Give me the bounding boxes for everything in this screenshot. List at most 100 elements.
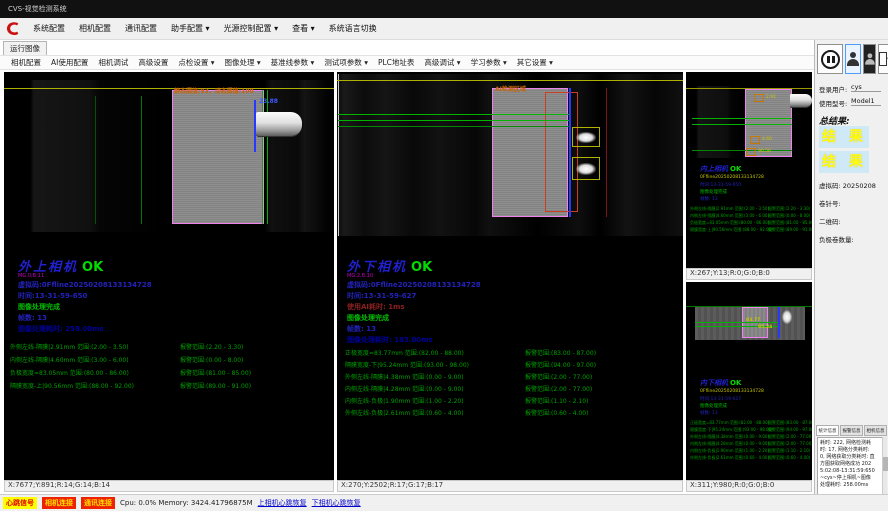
operator-mode-button[interactable] xyxy=(863,44,876,74)
pixel-coordinates-outer-lower: X:270;Y:2502;R:17;G:17;B:17 xyxy=(337,480,683,492)
window-title: CVS-视觉检测系统 xyxy=(8,5,67,13)
tool-advanced-debug[interactable]: 高级调试 ▾ xyxy=(419,56,465,70)
overlay-orange-box xyxy=(746,148,756,156)
side-panel: → 登录用户: cys 使用型号: Model1 总结果: 结 果 结 果 虚拟… xyxy=(814,40,888,510)
exit-door-icon: → xyxy=(879,52,888,66)
measurement-alarm: 报警范围:(2.00 - 77.00) xyxy=(525,372,592,381)
window-titlebar: CVS-视觉检测系统 xyxy=(0,0,888,18)
measure-callout: 83.77 xyxy=(746,318,760,323)
virtual-code: 0Ffline20250208133134728 xyxy=(700,175,764,180)
overlay-green-line xyxy=(141,96,142,224)
tool-camera-config[interactable]: 相机配置 xyxy=(6,56,46,70)
tool-image-processing[interactable]: 图像处理 ▾ xyxy=(220,56,266,70)
tool-test-params[interactable]: 测试项参数 ▾ xyxy=(319,56,373,70)
qr-code-label: 二维码: xyxy=(819,216,841,226)
measurement-alarm: 报警范围:(83.00 - 87.00) xyxy=(768,420,812,426)
measurement-alarm: 报警范围:(2.00 - 77.00) xyxy=(768,441,812,447)
overlay-green-line xyxy=(695,322,778,323)
heartbeat-status-badge: 心跳信号 xyxy=(3,497,37,509)
upper-camera-heartbeat-link[interactable]: 上相机心跳恢复 xyxy=(258,498,307,508)
frame-count: 帧数: 13 xyxy=(700,410,718,416)
menu-item-language-switch[interactable]: 系统语言切换 xyxy=(322,18,384,39)
model-label: 使用型号: xyxy=(819,98,847,108)
tool-spot-check[interactable]: 点检设置 ▾ xyxy=(173,56,219,70)
measurement-row: 内侧左线-隔膜|4.28mm 范围:(0.00 - 9.00) xyxy=(345,384,464,393)
tool-baseline-params[interactable]: 基准线参数 ▾ xyxy=(266,56,320,70)
log-tab-stats[interactable]: 统计信息 xyxy=(816,425,839,436)
camera-image-outer-upper: 静态阈值:93，动态阈值:100 23.88 xyxy=(4,80,334,232)
camera-view-outer-upper[interactable]: 静态阈值:93，动态阈值:100 23.88 外上相机OK MG:0,B:11 … xyxy=(4,72,334,480)
buffer-info: MG:2,B:10 xyxy=(347,273,373,279)
measurement-row: 外侧左线-负极|2.61mm 范围:(0.60 - 4.00) xyxy=(690,455,769,461)
capture-time: 时间:13-31-59-627 xyxy=(347,291,416,301)
flare xyxy=(782,310,792,324)
status-ok: OK xyxy=(411,260,432,275)
overlay-orange-box xyxy=(754,94,764,102)
measurement-alarm: 报警范围:(2.00 - 77.00) xyxy=(525,384,592,393)
tool-advanced-settings[interactable]: 高级设置 xyxy=(133,56,173,70)
status-ok: OK xyxy=(82,260,103,275)
pixel-coordinates-outer-upper: X:7677;Y:891;R:14;G:14;B:14 xyxy=(4,480,334,492)
lower-camera-heartbeat-link[interactable]: 下相机心跳恢复 xyxy=(312,498,361,508)
app-logo-icon xyxy=(4,20,21,37)
log-scrollbar-thumb[interactable] xyxy=(883,457,888,471)
tool-learning-params[interactable]: 学习参数 ▾ xyxy=(466,56,512,70)
overlay-blue-line xyxy=(569,88,571,217)
measurement-alarm: 报警范围:(94.00 - 97.00) xyxy=(768,427,812,433)
menu-item-comm-config[interactable]: 通讯配置 xyxy=(118,18,164,39)
camera-view-outer-lower[interactable]: AI检测区域 外下相机OK MG:2,B:10 虚拟码:0Ffline20250… xyxy=(337,72,683,480)
measure-callout: 90.56 xyxy=(758,149,771,154)
tool-ai-usage-config[interactable]: AI使用配置 xyxy=(46,56,93,70)
user-login-button[interactable] xyxy=(845,44,861,74)
process-elapsed: 图像处理耗时: 258.00ms xyxy=(18,324,104,334)
tool-plc-address[interactable]: PLC地址表 xyxy=(373,56,419,70)
measurement-row: 外侧左线-隔膜|4.38mm 范围:(0.00 - 9.00) xyxy=(345,372,464,381)
overlay-green-line xyxy=(267,90,268,224)
measurement-row: 内侧左线-负极|1.90mm 范围:(1.00 - 2.20) xyxy=(690,448,769,454)
exit-button[interactable]: → xyxy=(878,44,888,74)
menu-item-light-control-config[interactable]: 光源控制配置 ▾ xyxy=(217,18,286,39)
tool-other-settings[interactable]: 其它设置 ▾ xyxy=(512,56,558,70)
overlay-yellow-line xyxy=(337,80,683,81)
log-textbox[interactable]: 耗时: 222, 网络检测耗时: 17, 网络分类耗时: 0, 网络获取分类耗时… xyxy=(817,437,883,495)
anode-roll-count-label: 负极卷数量: xyxy=(819,234,854,244)
menu-item-system-config[interactable]: 系统配置 xyxy=(26,18,72,39)
overlay-white-line xyxy=(338,74,339,236)
comm-connection-badge: 通讯连接 xyxy=(81,497,115,509)
model-value[interactable]: Model1 xyxy=(851,97,881,106)
result-badge-1: 结 果 xyxy=(819,126,869,148)
overlay-green-line xyxy=(692,124,792,125)
frame-count: 帧数: 13 xyxy=(700,196,718,202)
overlay-red-box xyxy=(545,92,578,212)
cpu-memory-status: Cpu: 0.0% Memory: 3424.41796875M xyxy=(120,499,253,507)
measure-callout: 95.24 xyxy=(758,325,772,330)
overlay-blue-line xyxy=(778,307,780,338)
log-tab-camera[interactable]: 相机信息 xyxy=(864,425,887,436)
person-icon xyxy=(865,53,874,64)
measurement-alarm: 报警范围:(81.00 - 85.00) xyxy=(180,368,251,377)
flare-box xyxy=(572,157,600,180)
overlay-darkred-line xyxy=(606,88,607,217)
frame-count: 帧数: 13 xyxy=(347,324,376,334)
measurement-row: 内侧左线-隔膜|4.60mm 范围:(3.00 - 6.00) xyxy=(10,355,129,364)
measurement-row: 负极宽度=83.05mm 范围:(80.00 - 86.00) xyxy=(690,220,769,226)
measurement-alarm: 报警范围:(1.10 - 2.10) xyxy=(525,396,588,405)
menu-item-camera-config[interactable]: 相机配置 xyxy=(72,18,118,39)
menu-item-assistant-config[interactable]: 助手配置 ▾ xyxy=(164,18,217,39)
log-tab-alarm[interactable]: 报警信息 xyxy=(840,425,863,436)
tab-run-image[interactable]: 运行图像 xyxy=(3,41,47,55)
log-scrollbar[interactable] xyxy=(882,437,887,495)
menu-item-view[interactable]: 查看 ▾ xyxy=(285,18,322,39)
status-ok: OK xyxy=(730,165,741,173)
measurement-row: 外侧左线-负极|2.61mm 范围:(0.60 - 4.00) xyxy=(345,408,464,417)
login-user-label: 登录用户: xyxy=(819,84,847,94)
camera-view-inner-lower[interactable]: 83.77 95.24 内下相机OK 0Ffline20250208133134… xyxy=(686,282,812,480)
login-user-value[interactable]: cys xyxy=(851,83,881,92)
measurement-alarm: 报警范围:(0.00 - 8.00) xyxy=(768,213,810,219)
needle-number-label: 卷针号: xyxy=(819,198,841,208)
tab-row: 运行图像 xyxy=(0,40,814,55)
tool-camera-debug[interactable]: 相机调试 xyxy=(93,56,133,70)
pause-button[interactable] xyxy=(817,44,843,74)
camera-view-inner-upper[interactable]: 2.91 4.60 90.56 内上相机OK 0Ffline2025020813… xyxy=(686,72,812,268)
virtual-code-value: 20250208 xyxy=(843,182,876,190)
